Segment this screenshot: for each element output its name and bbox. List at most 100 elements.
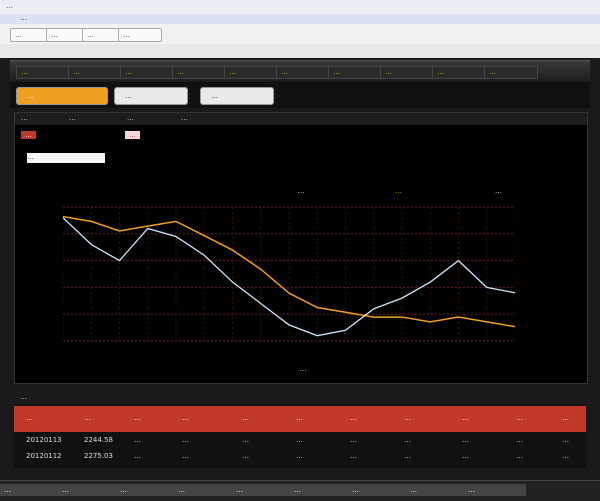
history-col: … <box>296 414 303 422</box>
forward-label: … <box>51 31 58 39</box>
history-col: … <box>84 414 91 422</box>
cell: 2244.58 <box>84 436 113 444</box>
nav-item-label: … <box>385 68 392 76</box>
chart-legend: … … <box>395 187 575 199</box>
panel-tab[interactable]: … <box>181 114 188 122</box>
cell: 2275.03 <box>84 452 113 460</box>
status-segment[interactable]: … <box>290 484 352 496</box>
bottom-status-bar: … … … … … … … … … <box>0 480 600 501</box>
history-col: … <box>516 414 523 422</box>
tab-strip: … <box>0 14 600 24</box>
history-table-header: … … … … … … … … … … … <box>14 406 586 432</box>
history-section: … … … … … … … … … … … … 20120113 2244.58… <box>14 392 586 468</box>
status-text: … <box>352 486 359 494</box>
cell: … <box>182 452 189 460</box>
cell: … <box>516 452 523 460</box>
panel-subtab[interactable]: … <box>21 131 36 139</box>
status-segment[interactable]: … <box>116 484 178 496</box>
panel-tab[interactable]: … <box>127 114 134 122</box>
cell: … <box>134 452 141 460</box>
nav-item-label: … <box>489 68 496 76</box>
refresh-button[interactable]: … <box>82 28 120 42</box>
status-text: … <box>62 486 69 494</box>
status-segment[interactable]: … <box>348 484 410 496</box>
table-row[interactable]: 20120113 2244.58 … … … … … … … … … <box>14 436 586 448</box>
nav-item-label: … <box>177 68 184 76</box>
cell: … <box>516 436 523 444</box>
status-segment[interactable]: … <box>406 484 468 496</box>
panel-tab[interactable]: … <box>69 114 76 122</box>
history-col: … <box>562 414 569 422</box>
forward-button[interactable]: … <box>46 28 84 42</box>
nav-item-label: … <box>125 68 132 76</box>
panel-subtab[interactable]: … <box>125 131 140 139</box>
cell: 20120112 <box>26 452 62 460</box>
sub-nav-label: … <box>211 92 218 100</box>
nav-item[interactable]: … <box>328 66 382 79</box>
top-nav: … … … … … … … … … … <box>10 60 590 81</box>
history-col: … <box>134 414 141 422</box>
nav-item[interactable]: … <box>224 66 278 79</box>
cell: … <box>134 436 141 444</box>
history-col: … <box>242 414 249 422</box>
panel-subtab-row: … … <box>15 131 587 143</box>
status-text: … <box>294 486 301 494</box>
status-text: … <box>236 486 243 494</box>
browser-toolbar: … … … … <box>0 24 600 45</box>
history-col: … <box>350 414 357 422</box>
footer-note-text: … <box>299 365 307 373</box>
nav-item[interactable]: … <box>432 66 486 79</box>
nav-item-label: … <box>437 68 444 76</box>
chart-footer-note: … <box>225 365 381 375</box>
nav-item[interactable]: … <box>484 66 538 79</box>
cell: … <box>350 436 357 444</box>
cell: … <box>562 436 569 444</box>
nav-item-label: … <box>333 68 340 76</box>
nav-item[interactable]: … <box>276 66 330 79</box>
cell: … <box>462 436 469 444</box>
sub-nav: … … … <box>10 82 590 108</box>
panel-tab[interactable]: … <box>21 114 28 122</box>
small-input[interactable]: … <box>27 153 105 163</box>
nav-item[interactable]: … <box>380 66 434 79</box>
history-col: … <box>404 414 411 422</box>
small-input-value: … <box>27 153 34 161</box>
sub-nav-pill[interactable]: … <box>16 87 108 105</box>
sub-nav-label: … <box>27 92 34 100</box>
cell: … <box>242 452 249 460</box>
window-title-bar: … <box>0 0 600 14</box>
cell: … <box>462 452 469 460</box>
line-chart <box>63 201 515 351</box>
nav-item-label: … <box>229 68 236 76</box>
status-segment[interactable]: … <box>232 484 294 496</box>
chart-panel: … … … … … … … … … … … <box>14 112 588 384</box>
cell: … <box>350 452 357 460</box>
nav-item-label: … <box>73 68 80 76</box>
status-segment[interactable]: … <box>174 484 236 496</box>
status-segment[interactable]: … <box>464 484 526 496</box>
status-segment[interactable]: … <box>58 484 120 496</box>
history-col: … <box>182 414 189 422</box>
tab-label[interactable]: … <box>20 14 27 22</box>
address-bar[interactable] <box>0 44 600 58</box>
back-button[interactable]: … <box>10 28 48 42</box>
nav-item-label: … <box>21 68 28 76</box>
nav-item[interactable]: … <box>68 66 122 79</box>
table-row[interactable]: 20120112 2275.03 … … … … … … … … … <box>14 452 586 464</box>
sub-nav-pill[interactable]: … <box>114 87 188 105</box>
sub-nav-label: … <box>125 92 132 100</box>
font-size-label: … <box>123 31 130 39</box>
nav-item[interactable]: … <box>120 66 174 79</box>
window-title: … <box>6 2 13 10</box>
font-size-button[interactable]: … <box>118 28 162 42</box>
status-segment[interactable]: … <box>0 484 62 496</box>
status-text: … <box>410 486 417 494</box>
cell: … <box>404 452 411 460</box>
chart-title-text: … <box>297 187 305 195</box>
history-title: … <box>20 393 27 401</box>
cell: … <box>404 436 411 444</box>
nav-item[interactable]: … <box>172 66 226 79</box>
nav-item[interactable]: … <box>16 66 70 79</box>
status-text: … <box>4 486 11 494</box>
sub-nav-pill[interactable]: … <box>200 87 274 105</box>
